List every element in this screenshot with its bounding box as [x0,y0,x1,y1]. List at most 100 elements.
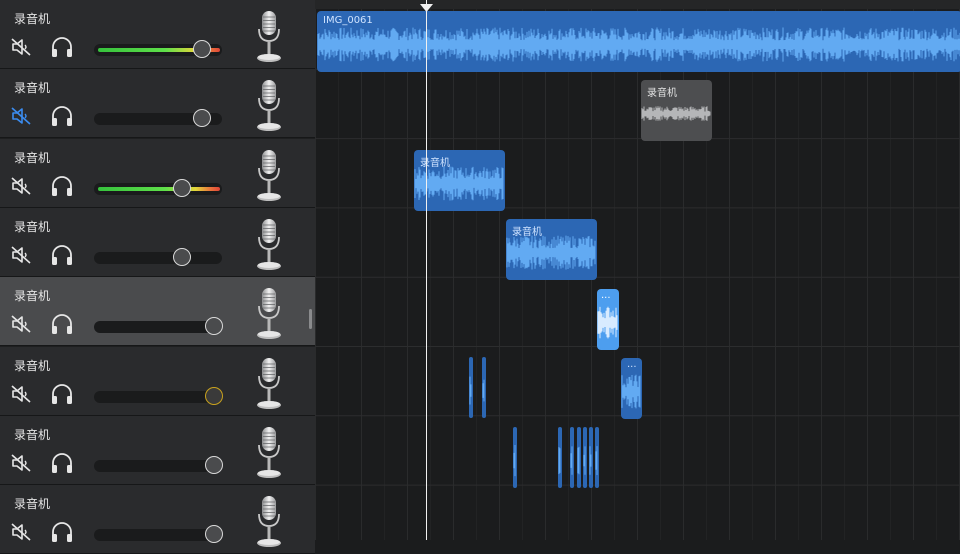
audio-fragment[interactable] [570,427,574,488]
audio-fragment[interactable] [577,427,581,488]
solo-button[interactable] [50,105,74,127]
speaker-muted-icon [10,384,32,409]
speaker-muted-icon [10,523,32,547]
waveform [558,447,561,474]
headphones-icon [50,314,74,339]
playhead-handle[interactable] [419,0,434,18]
headphones-icon [50,37,74,62]
audio-fragment[interactable] [583,427,587,488]
volume-slider-knob[interactable] [205,386,223,405]
track-name: 录音机 [14,427,51,442]
microphone-icon[interactable] [254,9,284,65]
volume-slider[interactable] [94,317,223,336]
mute-button[interactable] [10,36,32,58]
audio-fragment[interactable] [558,427,562,488]
level-meter [98,186,220,191]
microphone-icon[interactable] [254,286,284,342]
audio-region[interactable]: 录音机 [506,219,597,280]
audio-fragment[interactable] [595,427,599,488]
track-header[interactable]: 录音机 [0,207,315,277]
solo-button[interactable] [50,36,74,58]
playhead-line[interactable] [426,0,427,540]
mute-button[interactable] [10,105,32,127]
speaker-muted-icon [10,315,32,339]
volume-slider[interactable] [94,247,222,266]
headphones-icon [50,244,74,270]
speaker-muted-icon [10,176,32,201]
track-header[interactable]: 录音机 [0,0,315,69]
microphone-icon[interactable] [254,217,284,273]
track-header[interactable]: 录音机 [0,277,315,347]
volume-slider[interactable] [94,525,223,544]
solo-button[interactable] [50,313,74,335]
headphones-icon [50,175,74,201]
waveform [583,446,586,475]
audio-region[interactable]: 录音机 [414,150,505,211]
track-header[interactable]: 录音机 [0,69,315,139]
region-label: 录音机 [420,158,450,169]
volume-slider[interactable] [94,40,222,58]
region-label: ··· [627,362,637,373]
track-header[interactable]: 录音机 [0,415,315,485]
volume-slider-knob[interactable] [173,247,191,266]
mute-button[interactable] [10,313,32,335]
volume-slider[interactable] [94,455,223,474]
speaker-muted-icon [10,246,32,270]
volume-slider-knob[interactable] [205,317,223,336]
volume-slider[interactable] [94,386,223,405]
track-header[interactable]: 录音机 [0,485,315,554]
volume-slider[interactable] [94,109,222,128]
headphones-icon [50,452,74,478]
track-header[interactable]: 录音机 [0,138,315,208]
volume-slider-knob[interactable] [173,178,191,197]
track-name: 录音机 [14,150,51,165]
track-header-panel: 录音机 录音机 录音机 录音机 录音机 录音机 录音机 录音机 [0,0,315,554]
audio-region[interactable]: IMG_0061 [317,11,960,72]
audio-fragment[interactable] [482,357,486,418]
mute-button[interactable] [10,244,32,266]
waveform [570,446,573,475]
audio-region[interactable]: ··· [621,358,642,419]
waveform [469,376,472,405]
waveform [317,27,960,62]
timeline-area[interactable]: IMG_0061 录音机 录音机 录音机 ··· ··· [315,0,960,540]
panel-resize-handle[interactable] [309,309,312,329]
region-label: ··· [601,293,611,304]
waveform [482,379,485,402]
microphone-icon[interactable] [254,148,284,204]
audio-fragment[interactable] [469,357,473,418]
audio-fragment[interactable] [513,427,517,488]
solo-button[interactable] [50,452,74,474]
mute-button[interactable] [10,383,32,405]
solo-button[interactable] [50,175,74,197]
volume-slider[interactable] [94,178,222,197]
track-name: 录音机 [14,219,51,234]
region-label: 录音机 [512,227,542,238]
audio-region[interactable]: ··· [597,289,619,350]
microphone-icon[interactable] [254,494,284,550]
volume-slider-knob[interactable] [205,525,223,544]
track-name: 录音机 [14,12,51,26]
mute-button[interactable] [10,175,32,197]
volume-slider-track [94,459,222,472]
microphone-icon[interactable] [254,356,284,412]
microphone-icon[interactable] [254,78,284,134]
timeline-grid [315,0,960,540]
microphone-icon[interactable] [254,425,284,481]
speaker-muted-icon [10,107,32,131]
waveform [513,445,516,477]
solo-button[interactable] [50,383,74,405]
volume-slider-knob[interactable] [205,455,223,474]
waveform [589,446,592,475]
waveform [595,446,598,475]
volume-slider-knob[interactable] [193,40,211,58]
region-label: IMG_0061 [323,15,373,26]
solo-button[interactable] [50,244,74,266]
track-header[interactable]: 录音机 [0,346,315,416]
mute-button[interactable] [10,452,32,474]
headphones-icon [50,522,74,547]
track-name: 录音机 [14,289,51,304]
audio-fragment[interactable] [589,427,593,488]
audio-region[interactable]: 录音机 [641,80,712,141]
volume-slider-track [94,529,222,542]
